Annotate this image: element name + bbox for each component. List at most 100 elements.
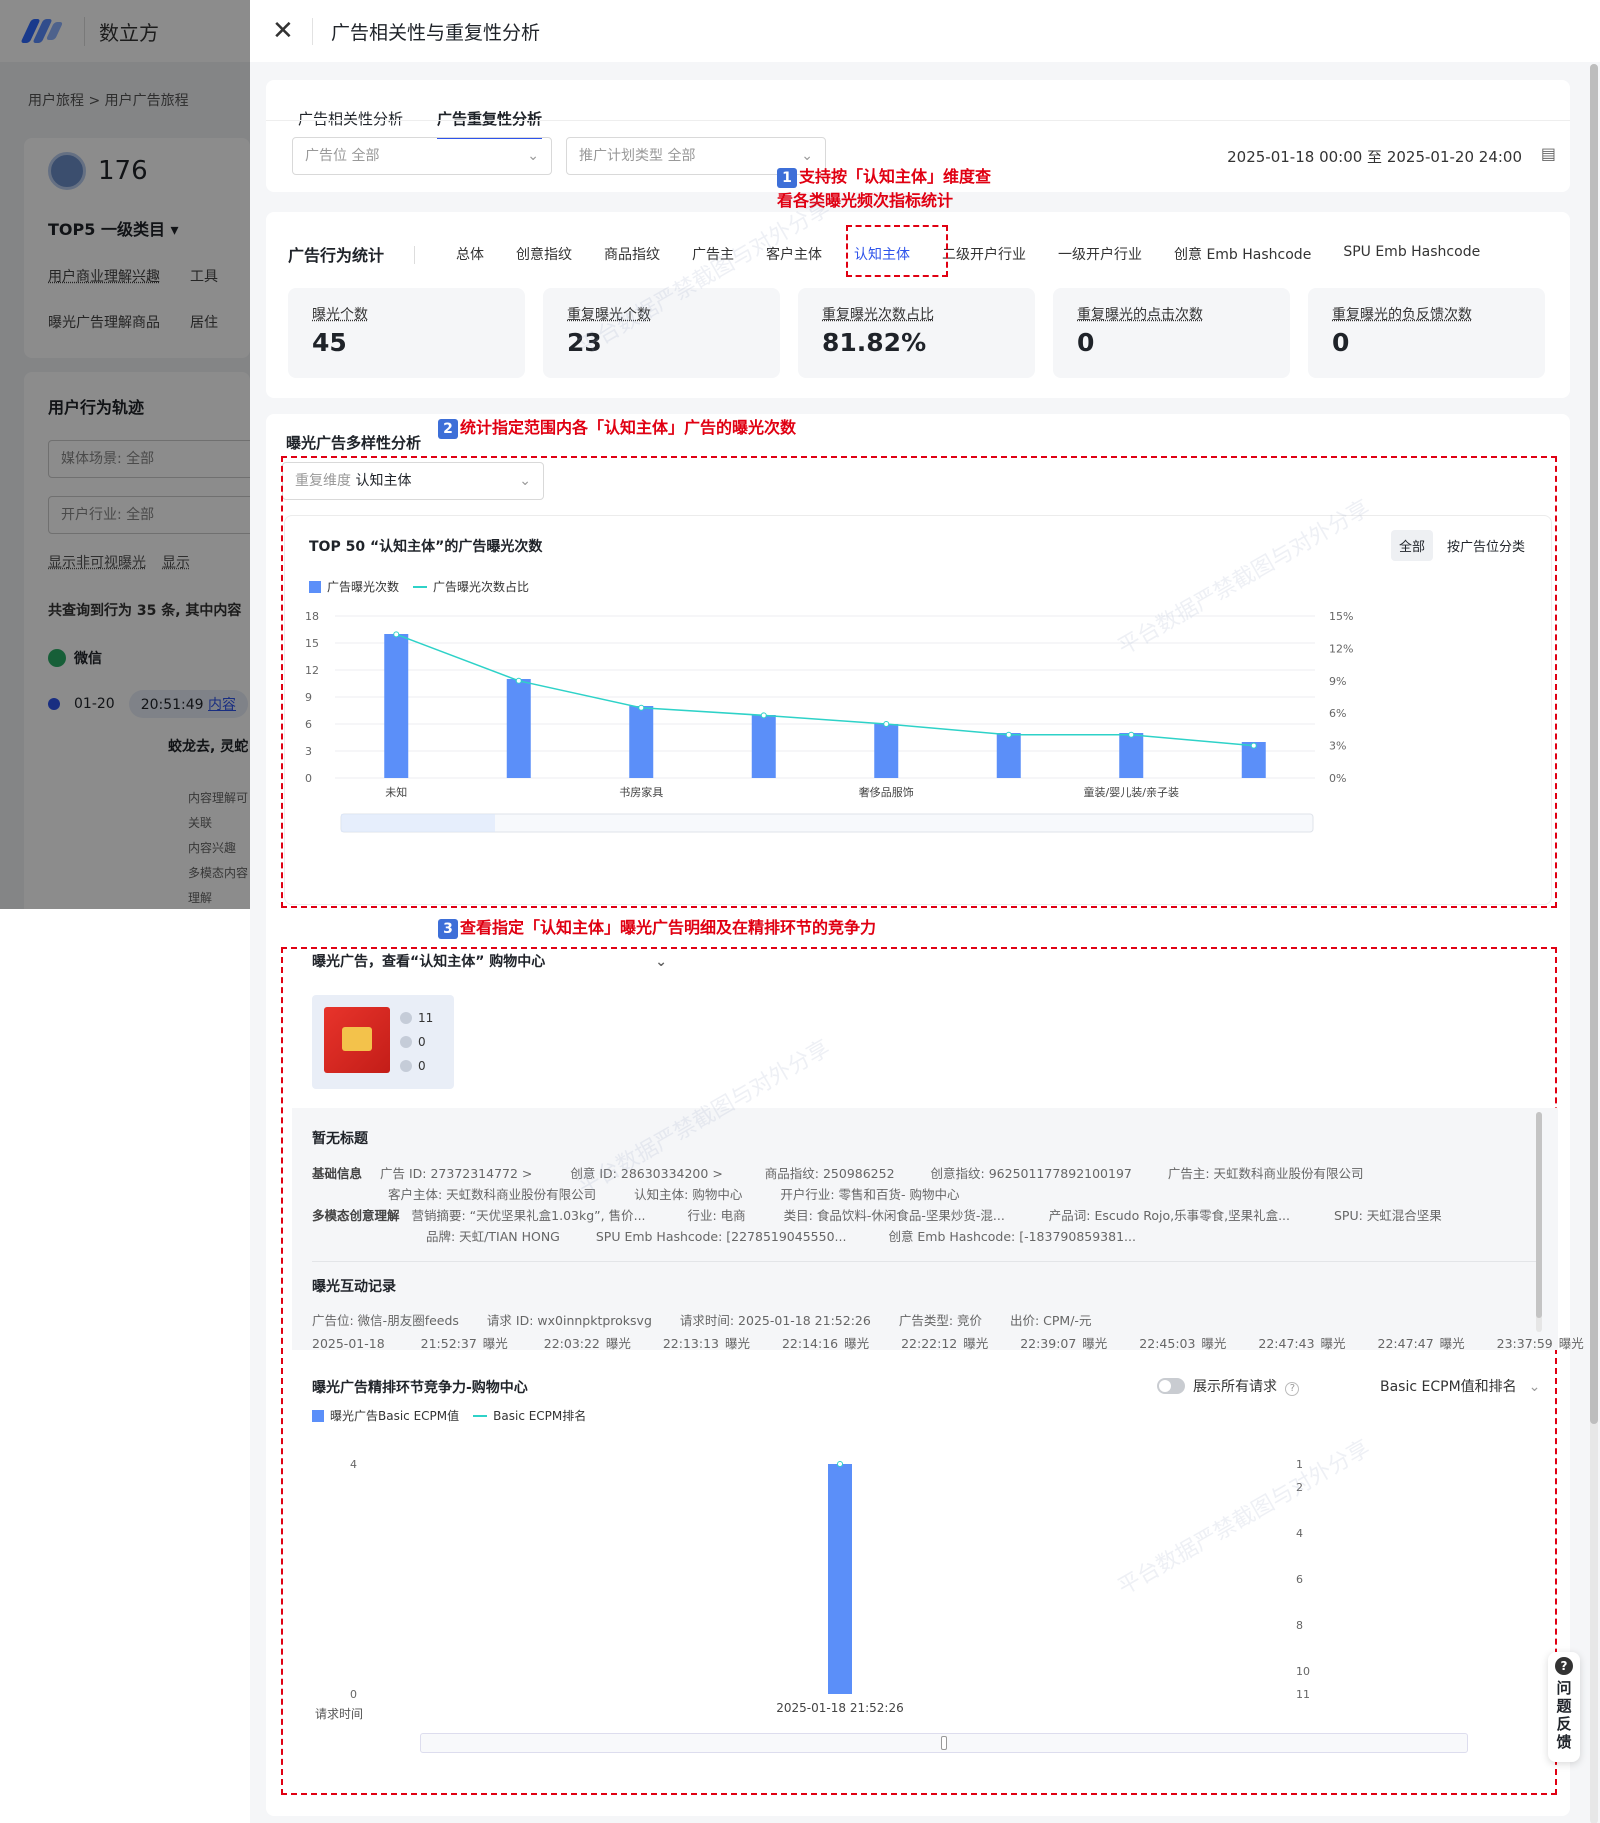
- detail-scrollbar[interactable]: [1536, 1112, 1542, 1332]
- dim-creative-emb[interactable]: 创意 Emb Hashcode: [1174, 244, 1311, 264]
- stats-title: 广告行为统计: [288, 246, 385, 265]
- y2-tick-label: 3%: [1329, 740, 1346, 753]
- legend-bar[interactable]: 广告曝光次数: [309, 578, 399, 595]
- date-range[interactable]: 2025-01-18 00:00 至 2025-01-20 24:00: [1227, 146, 1522, 167]
- y2-tick-label: 2: [1296, 1481, 1303, 1494]
- legend-line[interactable]: Basic ECPM排名: [473, 1407, 586, 1424]
- ad-id-link[interactable]: 广告 ID: 27372314772 >: [380, 1166, 532, 1181]
- bar: [506, 679, 531, 778]
- x-tick-label: 童装/婴儿装/亲子装: [1084, 785, 1179, 799]
- highlight-box: [846, 225, 948, 277]
- tab-relevance[interactable]: 广告相关性分析: [298, 108, 403, 139]
- legend-line[interactable]: 广告曝光次数占比: [413, 578, 529, 595]
- dim-creative-fp[interactable]: 创意指纹: [516, 244, 572, 264]
- y2-tick-label: 12%: [1329, 642, 1353, 655]
- multimodal-row2: 品牌: 天虹/TIAN HONG SPU Emb Hashcode: [2278…: [426, 1229, 1136, 1244]
- drawer-scrollbar[interactable]: [1590, 64, 1598, 1823]
- feedback-button[interactable]: ? 问题反馈: [1548, 1652, 1580, 1762]
- detail-header[interactable]: 曝光广告，查看“认知主体” 购物中心 ⌄: [312, 951, 667, 971]
- line-point: [1250, 742, 1257, 749]
- line-point: [1128, 731, 1135, 738]
- dim-spu-emb[interactable]: SPU Emb Hashcode: [1343, 244, 1480, 264]
- x-tick-label: 2025-01-18 21:52:26: [776, 1701, 903, 1715]
- annotation-1: 1 支持按「认知主体」维度查 看各类曝光频次指标统计: [777, 167, 992, 210]
- y2-tick-label: 11: [1296, 1688, 1310, 1701]
- record-title: 曝光互动记录: [312, 1279, 396, 1295]
- negative-stat: 0: [400, 1059, 426, 1073]
- exposure-stat: 11: [400, 1011, 433, 1025]
- competition-zoom-slider[interactable]: [420, 1733, 1468, 1753]
- y-tick-label: 6: [305, 718, 312, 731]
- bar: [874, 724, 899, 778]
- chevron-down-icon: ⌄: [527, 148, 539, 164]
- drawer-header: ✕ 广告相关性与重复性分析: [250, 0, 1600, 62]
- stat-card: 曝光个数 45: [288, 288, 525, 378]
- line-point: [883, 721, 890, 727]
- basic-info-row1: 基础信息 广告 ID: 27372314772 > 创意 ID: 2863033…: [312, 1166, 1364, 1181]
- eye-icon: [400, 1012, 412, 1024]
- y-tick-label: 3: [305, 745, 312, 758]
- line-point: [515, 677, 522, 684]
- exposure-chart-card: TOP 50 “认知主体”的广告曝光次数 全部 按广告位分类 广告曝光次数 广告…: [284, 515, 1552, 905]
- calendar-icon[interactable]: ▤: [1541, 144, 1556, 163]
- competition-chart: 0 4 1 2 4 6 8 10 11 2025-01-18 21:52:26: [350, 1458, 1310, 1715]
- close-icon[interactable]: ✕: [272, 16, 312, 46]
- y-tick-label: 15: [305, 637, 319, 650]
- creative-id-link[interactable]: 创意 ID: 28630334200 >: [570, 1166, 722, 1181]
- hand-icon: [400, 1036, 412, 1048]
- y-tick-label: 0: [350, 1688, 357, 1701]
- chart-title: TOP 50 “认知主体”的广告曝光次数: [309, 539, 543, 555]
- metric-select[interactable]: Basic ECPM值和排名 ⌄: [1380, 1376, 1540, 1396]
- chevron-down-icon: ⌄: [655, 954, 668, 970]
- record-times: 2025-01-18 21:52:37 曝光 22:03:22 曝光 22:13…: [312, 1336, 1584, 1351]
- y-tick-label: 4: [350, 1458, 357, 1471]
- x-tick-label: 奢侈品服饰: [859, 785, 914, 799]
- sad-face-icon: [400, 1060, 412, 1072]
- y-tick-label: 18: [305, 610, 319, 623]
- y-tick-label: 9: [305, 691, 312, 704]
- dim-industry-2[interactable]: 二级开户行业: [942, 244, 1026, 264]
- chart-view-toggle: 全部 按广告位分类: [1390, 530, 1533, 561]
- dim-product-fp[interactable]: 商品指纹: [604, 244, 660, 264]
- question-icon: ?: [1555, 1657, 1573, 1675]
- y2-tick-label: 0%: [1329, 772, 1346, 785]
- annotation-3: 3 查看指定「认知主体」曝光广告明细及在精排环节的竞争力: [438, 916, 876, 940]
- tab-repetition[interactable]: 广告重复性分析: [437, 108, 543, 139]
- stat-card: 重复曝光次数占比 81.82%: [798, 288, 1035, 378]
- y2-tick-label: 6%: [1329, 707, 1346, 720]
- ad-thumbnail[interactable]: 11 0 0: [312, 995, 454, 1089]
- competition-legend: 曝光广告Basic ECPM值 Basic ECPM排名: [312, 1407, 586, 1424]
- ad-image: [324, 1007, 390, 1073]
- y-tick-label: 0: [305, 772, 312, 785]
- competition-title: 曝光广告精排环节竞争力-购物中心: [312, 1380, 528, 1396]
- stat-card: 重复曝光的点击次数 0: [1053, 288, 1290, 378]
- ad-slot-select[interactable]: 广告位 全部 ⌄: [292, 137, 552, 175]
- bar: [828, 1464, 852, 1694]
- ad-title: 暂无标题: [312, 1131, 368, 1147]
- chevron-down-icon: ⌄: [1528, 1379, 1541, 1395]
- x-tick-label: 书房家具: [619, 785, 663, 799]
- dim-total[interactable]: 总体: [456, 244, 484, 264]
- diversity-title: 曝光广告多样性分析: [286, 434, 422, 452]
- dim-customer[interactable]: 客户主体: [766, 244, 822, 264]
- toggle-switch: [1157, 1378, 1185, 1394]
- y2-tick-label: 4: [1296, 1527, 1303, 1540]
- bar: [751, 715, 776, 778]
- modal-overlay[interactable]: [0, 0, 250, 909]
- show-all-toggle[interactable]: 展示所有请求 ?: [1157, 1376, 1300, 1396]
- record-meta: 广告位: 微信-朋友圈feeds 请求 ID: wx0innpktproksvg…: [312, 1313, 1092, 1328]
- legend-bar[interactable]: 曝光广告Basic ECPM值: [312, 1407, 459, 1424]
- toggle-by-slot[interactable]: 按广告位分类: [1439, 530, 1533, 561]
- dim-industry-1[interactable]: 一级开户行业: [1058, 244, 1142, 264]
- exposure-chart: 0 3 6 9 12 15 18 0% 3% 6% 9% 12% 15% 未知 书房家具 奢侈品服饰 童装/婴儿…: [305, 610, 1353, 833]
- drawer-title: 广告相关性与重复性分析: [312, 17, 540, 45]
- help-icon: ?: [1285, 1382, 1300, 1396]
- toggle-all[interactable]: 全部: [1390, 530, 1433, 561]
- multimodal-row1: 多模态创意理解 营销摘要: “天优坚果礼盒1.03kg”, 售价... 行业: …: [312, 1208, 1442, 1223]
- line-point: [393, 631, 400, 638]
- click-stat: 0: [400, 1035, 426, 1049]
- y2-tick-label: 15%: [1329, 610, 1353, 623]
- stat-card: 重复曝光个数 23: [543, 288, 780, 378]
- dim-advertiser[interactable]: 广告主: [692, 244, 734, 264]
- stat-card: 重复曝光的负反馈次数 0: [1308, 288, 1545, 378]
